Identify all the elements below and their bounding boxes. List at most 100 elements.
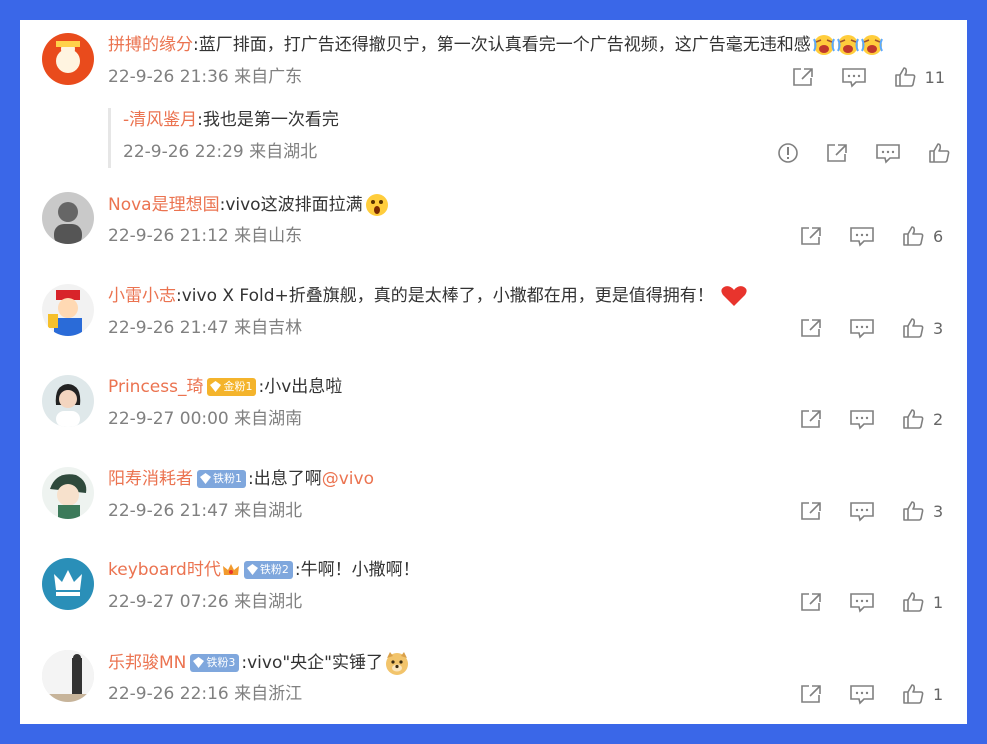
share-icon: [792, 68, 813, 86]
like-icon: [894, 67, 916, 87]
like-count: 1: [933, 684, 944, 704]
comment-button[interactable]: [841, 66, 867, 88]
heart-emoji: [720, 284, 748, 308]
comment-actions: 3: [773, 498, 945, 524]
like-count: 2: [933, 409, 944, 429]
comment-date: 22-9-27 00:00: [108, 409, 229, 429]
share-icon: [801, 593, 821, 611]
comment-icon: [850, 410, 874, 430]
username-link[interactable]: 阳寿消耗者: [108, 469, 193, 489]
username-link[interactable]: 乐邦骏MN: [108, 653, 186, 673]
comment-location: 来自广东: [234, 67, 303, 87]
username-link[interactable]: Princess_琦: [108, 377, 203, 397]
comment-location: 来自湖北: [234, 501, 303, 521]
fan-badge-label: 铁粉3: [206, 656, 236, 669]
username-link[interactable]: Nova是理想国: [108, 195, 220, 215]
comment-meta: 22-9-27 07:26 来自湖北: [108, 590, 302, 614]
avatar[interactable]: [42, 558, 94, 610]
username-link[interactable]: 小雷小志: [108, 286, 176, 306]
comment-text: :小v出息啦: [258, 377, 343, 397]
comment-location: 来自山东: [234, 226, 303, 246]
comment-icon: [850, 227, 874, 247]
username-link[interactable]: keyboard时代: [108, 560, 221, 580]
avatar[interactable]: [42, 650, 94, 702]
share-icon: [801, 227, 821, 245]
comment-actions: 1: [773, 681, 945, 707]
comment-actions: 2: [773, 406, 945, 432]
comment-button[interactable]: [849, 591, 875, 613]
like-button[interactable]: 1: [901, 683, 945, 705]
share-button[interactable]: [799, 500, 823, 522]
share-button[interactable]: [799, 591, 823, 613]
comment-button[interactable]: [849, 683, 875, 705]
like-button[interactable]: [927, 142, 951, 164]
comment-location: 来自吉林: [234, 318, 303, 338]
like-button[interactable]: 2: [901, 408, 945, 430]
share-button[interactable]: [799, 317, 823, 339]
comment-actions: 3: [773, 315, 945, 341]
comment-button[interactable]: [849, 500, 875, 522]
comment-icon: [850, 593, 874, 613]
comment-button[interactable]: [875, 142, 901, 164]
like-button[interactable]: 11: [893, 66, 945, 88]
username-link[interactable]: 拼搏的缘分: [108, 35, 193, 55]
comment-icon: [876, 144, 900, 164]
comment-meta: 22-9-26 21:47 来自吉林: [108, 316, 302, 340]
comment-meta: 22-9-26 22:16 来自浙江: [108, 682, 302, 706]
comment-button[interactable]: [849, 408, 875, 430]
comment-location: 来自湖北: [234, 592, 303, 612]
like-button[interactable]: 1: [901, 591, 945, 613]
share-button[interactable]: [799, 225, 823, 247]
doge-emoji: [384, 650, 410, 676]
avatar[interactable]: [42, 467, 94, 519]
comment-icon: [850, 319, 874, 339]
comment-meta: 22-9-26 22:29 来自湖北: [123, 140, 317, 164]
comment-icon: [850, 502, 874, 522]
username-link[interactable]: -清风鉴月: [123, 110, 197, 130]
fan-badge[interactable]: 金粉1: [207, 378, 257, 396]
comment-button[interactable]: [849, 317, 875, 339]
avatar[interactable]: [42, 33, 94, 85]
share-button[interactable]: [825, 142, 849, 164]
like-button[interactable]: 3: [901, 317, 945, 339]
like-icon: [903, 318, 924, 338]
comment-text: :出息了啊: [248, 469, 322, 489]
comment-text: :vivo X Fold+折叠旗舰，真的是太棒了，小撒都在用，更是值得拥有！: [176, 286, 714, 306]
report-button[interactable]: [777, 142, 799, 164]
comment-actions: 11: [765, 64, 945, 90]
comment-button[interactable]: [849, 225, 875, 247]
like-button[interactable]: 6: [901, 225, 945, 247]
fan-badge[interactable]: 铁粉2: [243, 561, 293, 579]
like-icon: [903, 592, 924, 612]
fan-badge-label: 铁粉2: [259, 563, 289, 576]
like-count: 3: [933, 501, 944, 521]
share-icon: [801, 685, 821, 703]
share-icon: [801, 502, 821, 520]
comment-icon: [850, 685, 874, 705]
comment-date: 22-9-27 07:26: [108, 592, 229, 612]
like-icon: [903, 684, 924, 704]
mention-link[interactable]: @vivo: [322, 469, 374, 489]
comment-meta: 22-9-26 21:12 来自山东: [108, 224, 302, 248]
fan-badge-label: 铁粉1: [213, 472, 242, 485]
like-count: 1: [933, 592, 944, 612]
comment-text: :我也是第一次看完: [197, 110, 339, 130]
like-button[interactable]: 3: [901, 500, 945, 522]
comment-location: 来自湖北: [249, 142, 318, 162]
share-button[interactable]: [799, 683, 823, 705]
avatar[interactable]: [42, 192, 94, 244]
share-button[interactable]: [799, 408, 823, 430]
like-icon: [903, 226, 924, 246]
comment-date: 22-9-26 21:12: [108, 226, 229, 246]
like-icon: [903, 409, 924, 429]
comment-meta: 22-9-26 21:47 来自湖北: [108, 499, 302, 523]
like-icon: [929, 143, 950, 163]
like-icon: [903, 501, 924, 521]
avatar[interactable]: [42, 375, 94, 427]
avatar[interactable]: [42, 284, 94, 336]
fan-badge[interactable]: 铁粉3: [190, 654, 240, 672]
share-button[interactable]: [791, 66, 815, 88]
comment-text: :蓝厂排面，打广告还得撤贝宁，第一次认真看完一个广告视频，这广告毫无违和感: [193, 35, 811, 55]
fan-badge[interactable]: 铁粉1: [197, 470, 246, 488]
comment-date: 22-9-26 22:16: [108, 684, 229, 704]
